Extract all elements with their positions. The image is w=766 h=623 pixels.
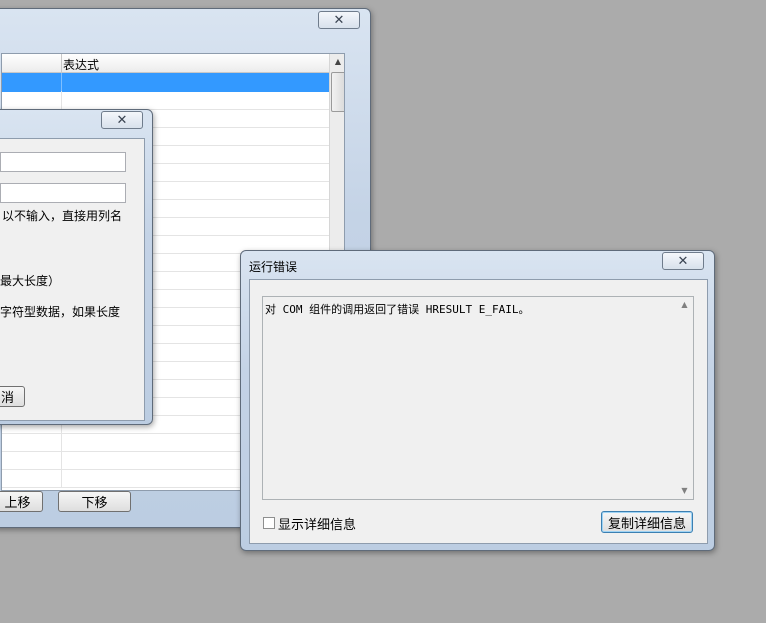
hint-text-1: 以不输入，直接用列名	[2, 209, 123, 223]
dialog-body: 对 COM 组件的调用返回了错误 HRESULT E_FAIL。 ▲ ▼ 显示详…	[249, 279, 708, 544]
show-details-checkbox[interactable]	[263, 517, 275, 529]
hint-text-2: 最大长度）	[0, 274, 61, 288]
close-icon: ✕	[333, 12, 345, 28]
cancel-button[interactable]: 消	[0, 386, 25, 407]
column-divider	[61, 469, 62, 487]
close-icon: ✕	[677, 253, 689, 269]
table-row[interactable]	[2, 91, 329, 110]
close-button[interactable]: ✕	[662, 252, 704, 270]
hint-text-3: 字符型数据，如果长度	[0, 305, 121, 319]
name-field[interactable]	[0, 152, 126, 172]
move-up-button[interactable]: 上移	[0, 491, 43, 512]
close-button[interactable]: ✕	[101, 111, 143, 129]
dialog-body: 以不输入，直接用列名 最大长度） 字符型数据，如果长度 消	[0, 138, 145, 421]
column-divider	[61, 73, 62, 91]
scroll-thumb[interactable]	[331, 72, 344, 112]
scroll-up-icon[interactable]: ▲	[330, 54, 344, 70]
message-scrollbar[interactable]: ▲ ▼	[676, 297, 693, 499]
scroll-down-icon[interactable]: ▼	[676, 483, 693, 499]
column-header-expression[interactable]: 表达式	[63, 56, 99, 73]
dialog-title: 运行错误	[249, 260, 298, 274]
runtime-error-dialog: 运行错误 ✕ 对 COM 组件的调用返回了错误 HRESULT E_FAIL。 …	[240, 250, 715, 551]
table-row-selected[interactable]	[2, 73, 329, 92]
column-divider	[61, 433, 62, 451]
error-message-box[interactable]: 对 COM 组件的调用返回了错误 HRESULT E_FAIL。 ▲ ▼	[262, 296, 694, 500]
move-down-button[interactable]: 下移	[58, 491, 131, 512]
copy-details-button[interactable]: 复制详细信息	[601, 511, 693, 533]
close-button[interactable]: ✕	[318, 11, 360, 29]
error-message: 对 COM 组件的调用返回了错误 HRESULT E_FAIL。	[265, 303, 530, 316]
column-header-blank[interactable]	[2, 54, 62, 72]
close-icon: ✕	[116, 112, 128, 128]
column-divider	[61, 91, 62, 109]
show-details-label[interactable]: 显示详细信息	[278, 514, 356, 533]
field-property-dialog: ✕ 以不输入，直接用列名 最大长度） 字符型数据，如果长度 消	[0, 109, 153, 425]
scroll-up-icon[interactable]: ▲	[676, 297, 693, 313]
column-divider	[61, 451, 62, 469]
grid-header: 表达式	[2, 54, 329, 73]
expression-field[interactable]	[0, 183, 126, 203]
